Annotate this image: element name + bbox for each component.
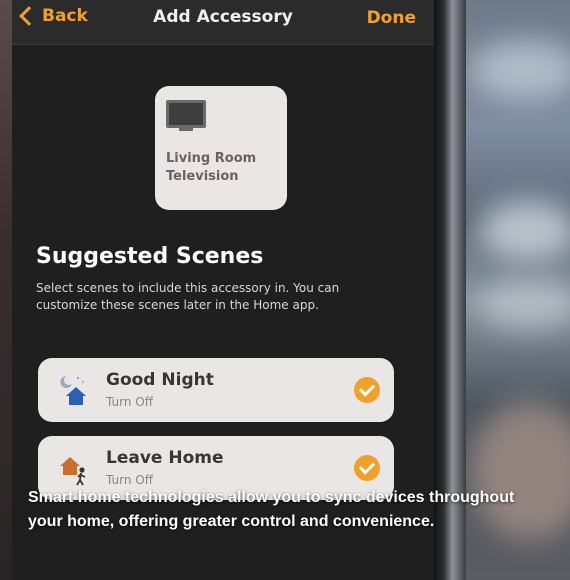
- accessory-tile[interactable]: Living Room Television: [155, 86, 287, 210]
- done-button[interactable]: Done: [367, 8, 416, 28]
- scene-good-night[interactable]: Good Night Turn Off: [38, 358, 394, 422]
- scene-subtitle: Turn Off: [106, 395, 153, 409]
- background-light: [478, 280, 570, 330]
- section-description: Select scenes to include this accessory …: [36, 281, 340, 312]
- scene-name: Good Night: [106, 370, 214, 390]
- background-light: [470, 40, 570, 100]
- scene-subtitle: Turn Off: [106, 473, 153, 487]
- tv-icon: [166, 100, 206, 128]
- tv-stand: [179, 128, 193, 131]
- background-light: [478, 200, 570, 260]
- scene-name: Leave Home: [106, 448, 224, 468]
- accessory-name: Living Room Television: [166, 151, 257, 184]
- checkmark-icon[interactable]: [354, 455, 380, 481]
- caption-text: Smart home technologies allow you to syn…: [28, 489, 515, 530]
- checkmark-icon[interactable]: [354, 377, 380, 403]
- section-title: Suggested Scenes: [36, 244, 264, 269]
- navigation-bar: Back Add Accessory Done: [12, 0, 434, 45]
- walking-person-house-icon: [60, 457, 86, 486]
- moon-house-icon: [60, 376, 86, 405]
